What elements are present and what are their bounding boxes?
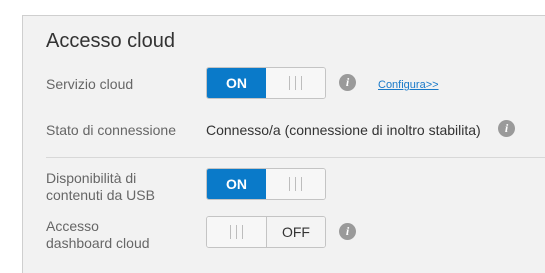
- cloud-dashboard-label-line2: dashboard cloud: [46, 235, 150, 251]
- info-icon[interactable]: i: [498, 120, 515, 137]
- usb-content-label-line1: Disponibilità di: [46, 170, 137, 186]
- cloud-service-label: Servizio cloud: [46, 76, 134, 92]
- usb-content-label: Disponibilità di contenuti da USB: [46, 170, 155, 204]
- toggle-grip[interactable]: [266, 169, 325, 199]
- connection-status-label: Stato di connessione: [46, 122, 176, 138]
- grip-icon: [229, 225, 243, 239]
- toggle-on-segment[interactable]: ON: [207, 68, 266, 98]
- usb-content-toggle[interactable]: ON: [206, 168, 326, 200]
- info-icon[interactable]: i: [339, 74, 356, 91]
- toggle-off-segment[interactable]: OFF: [265, 217, 325, 247]
- grip-icon: [289, 76, 302, 90]
- panel-title: Accesso cloud: [46, 30, 175, 52]
- connection-status-value: Connesso/a (connessione di inoltro stabi…: [206, 122, 481, 138]
- grip-icon: [289, 177, 302, 191]
- cloud-service-toggle[interactable]: ON: [206, 67, 326, 99]
- cloud-dashboard-label: Accesso dashboard cloud: [46, 218, 150, 252]
- screen: Accesso cloud Servizio cloud ON i Config…: [0, 0, 545, 273]
- toggle-grip[interactable]: [207, 217, 266, 247]
- toggle-on-segment[interactable]: ON: [207, 169, 266, 199]
- info-icon[interactable]: i: [339, 223, 356, 240]
- toggle-grip[interactable]: [266, 68, 325, 98]
- configure-link[interactable]: Configura>>: [378, 79, 439, 91]
- divider: [46, 157, 545, 158]
- cloud-dashboard-label-line1: Accesso: [46, 218, 99, 234]
- cloud-dashboard-toggle[interactable]: OFF: [206, 216, 326, 248]
- usb-content-label-line2: contenuti da USB: [46, 187, 155, 203]
